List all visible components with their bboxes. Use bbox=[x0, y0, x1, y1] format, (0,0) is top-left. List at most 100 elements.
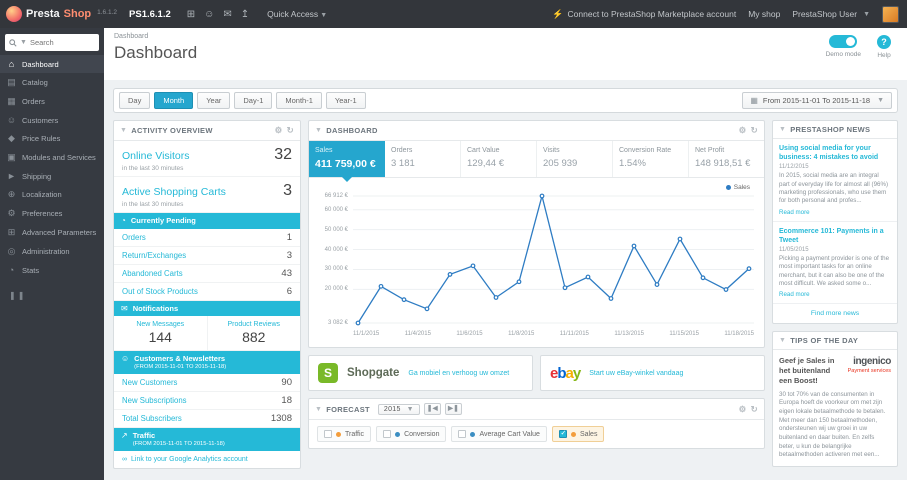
new-customers-row[interactable]: New Customers 90 bbox=[114, 374, 300, 393]
sidebar-search[interactable]: ▼ bbox=[5, 34, 99, 51]
marketplace-connect-link[interactable]: ⚡ Connect to PrestaShop Marketplace accou… bbox=[552, 9, 736, 20]
new-subscriptions-row[interactable]: New Subscriptions 18 bbox=[114, 392, 300, 411]
upgrade-quick-icon[interactable]: ↥ bbox=[241, 9, 249, 20]
abandoned-carts-row[interactable]: Abandoned Carts 43 bbox=[114, 265, 300, 283]
customers-newsletters-header[interactable]: ☺ Customers & Newsletters (FROM 2015-11-0… bbox=[114, 351, 300, 375]
chart-legend[interactable]: Sales bbox=[725, 184, 750, 191]
kpi-tab-sales[interactable]: Sales 411 759,00 € bbox=[309, 141, 385, 182]
read-more-link[interactable]: Read more bbox=[779, 291, 810, 298]
currently-pending-header[interactable]: ◔ Currently Pending bbox=[114, 213, 300, 229]
sidebar-item-customers[interactable]: ☺ Customers bbox=[0, 111, 104, 129]
google-analytics-link[interactable]: ∞ Link to your Google Analytics account bbox=[114, 451, 300, 468]
range-button-month-1[interactable]: Month-1 bbox=[276, 92, 322, 109]
forecast-legend-conversion[interactable]: Conversion bbox=[376, 426, 447, 442]
range-button-month[interactable]: Month bbox=[154, 92, 194, 109]
gear-icon[interactable]: ⚙ bbox=[739, 125, 747, 136]
sidebar-collapse-button[interactable]: ❚❚ bbox=[0, 279, 104, 312]
product-reviews-cell[interactable]: Product Reviews 882 bbox=[208, 316, 301, 350]
customers-quick-icon[interactable]: ☺ bbox=[204, 9, 214, 20]
collapse-panel-icon[interactable]: ▼ bbox=[120, 127, 127, 134]
kpi-tab-conversion-rate[interactable]: Conversion Rate 1.54% bbox=[613, 141, 689, 177]
quick-access-menu[interactable]: Quick Access ▼ bbox=[267, 9, 327, 19]
online-visitors-link[interactable]: Online Visitors bbox=[122, 150, 190, 162]
row-label[interactable]: Out of Stock Products bbox=[122, 287, 198, 296]
total-subscribers-row[interactable]: Total Subscribers 1308 bbox=[114, 410, 300, 429]
sidebar-item-dashboard[interactable]: ⌂ Dashboard bbox=[0, 55, 104, 73]
refresh-icon[interactable]: ↻ bbox=[287, 125, 294, 136]
sidebar-item-advanced-parameters[interactable]: ⊞ Advanced Parameters bbox=[0, 223, 104, 242]
breadcrumb[interactable]: Dashboard bbox=[114, 33, 897, 40]
kpi-tab-orders[interactable]: Orders 3 181 bbox=[385, 141, 461, 177]
row-label[interactable]: Abandoned Carts bbox=[122, 269, 183, 278]
sidebar-item-price-rules[interactable]: ◆ Price Rules bbox=[0, 129, 104, 148]
tips-content: Geef je Sales in het buitenland een Boos… bbox=[773, 350, 897, 466]
shop-name-link[interactable]: PS1.6.1.2 bbox=[129, 9, 171, 20]
next-period-button[interactable]: ▶❚ bbox=[444, 403, 462, 415]
gear-icon[interactable]: ⚙ bbox=[739, 404, 747, 415]
sidebar-item-catalog[interactable]: ▤ Catalog bbox=[0, 73, 104, 92]
forecast-legend-traffic[interactable]: Traffic bbox=[317, 426, 372, 442]
sidebar-item-preferences[interactable]: ⚙ Preferences bbox=[0, 204, 104, 223]
kpi-label: Orders bbox=[391, 147, 413, 154]
traffic-header[interactable]: ↗ Traffic (FROM 2015-11-01 TO 2015-11-18) bbox=[114, 428, 300, 452]
shopgate-promo-link[interactable]: Ga mobiel en verhoog uw omzet bbox=[408, 370, 509, 377]
refresh-icon[interactable]: ↻ bbox=[751, 404, 758, 415]
user-avatar[interactable] bbox=[882, 5, 899, 23]
gear-icon[interactable]: ⚙ bbox=[275, 125, 283, 136]
refresh-icon[interactable]: ↻ bbox=[751, 125, 758, 136]
forecast-legend-average-cart-value[interactable]: Average Cart Value bbox=[451, 426, 547, 442]
help-icon[interactable]: ? bbox=[877, 35, 891, 49]
previous-period-button[interactable]: ❚◀ bbox=[423, 403, 441, 415]
collapse-panel-icon[interactable]: ▼ bbox=[779, 126, 786, 133]
article-title-link[interactable]: Ecommerce 101: Payments in a Tweet bbox=[779, 227, 891, 245]
active-carts-link[interactable]: Active Shopping Carts bbox=[122, 186, 226, 198]
row-label[interactable]: Total Subscribers bbox=[122, 414, 182, 423]
messages-quick-icon[interactable]: ✉ bbox=[223, 9, 231, 20]
kpi-tab-net-profit[interactable]: Net Profit 148 918,51 € bbox=[689, 141, 764, 177]
user-menu[interactable]: PrestaShop User ▼ bbox=[792, 9, 870, 19]
new-messages-cell[interactable]: New Messages 144 bbox=[114, 316, 208, 351]
range-button-day[interactable]: Day bbox=[119, 92, 151, 109]
demo-mode-toggle[interactable] bbox=[829, 35, 858, 48]
kpi-tab-visits[interactable]: Visits 205 939 bbox=[537, 141, 613, 177]
article-title-link[interactable]: Using social media for your business: 4 … bbox=[779, 144, 891, 162]
read-more-link[interactable]: Read more bbox=[779, 209, 810, 216]
forecast-legend-sales[interactable]: Sales bbox=[551, 426, 605, 442]
my-shop-link[interactable]: My shop bbox=[748, 9, 780, 19]
pending-returns-row[interactable]: Return/Exchanges 3 bbox=[114, 247, 300, 265]
sidebar-item-localization[interactable]: ⊕ Localization bbox=[0, 185, 104, 204]
range-button-year-1[interactable]: Year-1 bbox=[325, 92, 366, 109]
forecast-year-select[interactable]: 2015 ▼ bbox=[377, 403, 420, 415]
collapse-panel-icon[interactable]: ▼ bbox=[315, 406, 322, 413]
row-value: 3 bbox=[286, 249, 292, 261]
sidebar-item-modules[interactable]: ▣ Modules and Services bbox=[0, 148, 104, 167]
search-scope-caret-icon[interactable]: ▼ bbox=[20, 39, 27, 46]
date-range-picker[interactable]: ▦ From 2015-11-01 To 2015-11-18 ▼ bbox=[742, 92, 892, 109]
kpi-tab-cart-value[interactable]: Cart Value 129,44 € bbox=[461, 141, 537, 177]
sidebar-item-shipping[interactable]: ► Shipping bbox=[0, 167, 104, 185]
row-label[interactable]: New Subscriptions bbox=[122, 396, 187, 405]
collapse-panel-icon[interactable]: ▼ bbox=[779, 337, 786, 344]
pending-orders-row[interactable]: Orders 1 bbox=[114, 229, 300, 247]
search-input[interactable] bbox=[29, 38, 84, 47]
row-label[interactable]: New Customers bbox=[122, 378, 177, 387]
range-button-day-1[interactable]: Day-1 bbox=[234, 92, 273, 109]
sidebar-item-orders[interactable]: ▦ Orders bbox=[0, 92, 104, 111]
out-of-stock-row[interactable]: Out of Stock Products 6 bbox=[114, 283, 300, 301]
row-label[interactable]: Return/Exchanges bbox=[122, 251, 186, 260]
dashboard-panel-title: DASHBOARD bbox=[326, 126, 378, 135]
ebay-promo-link[interactable]: Start uw eBay-winkel vandaag bbox=[589, 370, 683, 377]
sidebar-item-stats[interactable]: ◔ Stats bbox=[0, 261, 104, 279]
sidebar-item-administration[interactable]: ◎ Administration bbox=[0, 242, 104, 261]
shopgate-promo[interactable]: S Shopgate Ga mobiel en verhoog uw omzet bbox=[308, 355, 533, 391]
cart-quick-icon[interactable]: ⊞ bbox=[187, 9, 195, 20]
notifications-header[interactable]: ✉ Notifications bbox=[114, 300, 300, 317]
row-label[interactable]: Orders bbox=[122, 233, 146, 242]
range-button-year[interactable]: Year bbox=[197, 92, 231, 109]
range-buttons: Day Month Year Day-1 Month-1 Year-1 bbox=[119, 92, 366, 109]
find-more-news-link[interactable]: Find more news bbox=[773, 304, 897, 323]
prestashop-logo[interactable]: Presta Shop 1.6.1.2 bbox=[6, 6, 117, 22]
collapse-panel-icon[interactable]: ▼ bbox=[315, 127, 322, 134]
sidebar-item-label: Dashboard bbox=[22, 59, 59, 69]
ebay-promo[interactable]: ebay Start uw eBay-winkel vandaag bbox=[540, 355, 765, 391]
